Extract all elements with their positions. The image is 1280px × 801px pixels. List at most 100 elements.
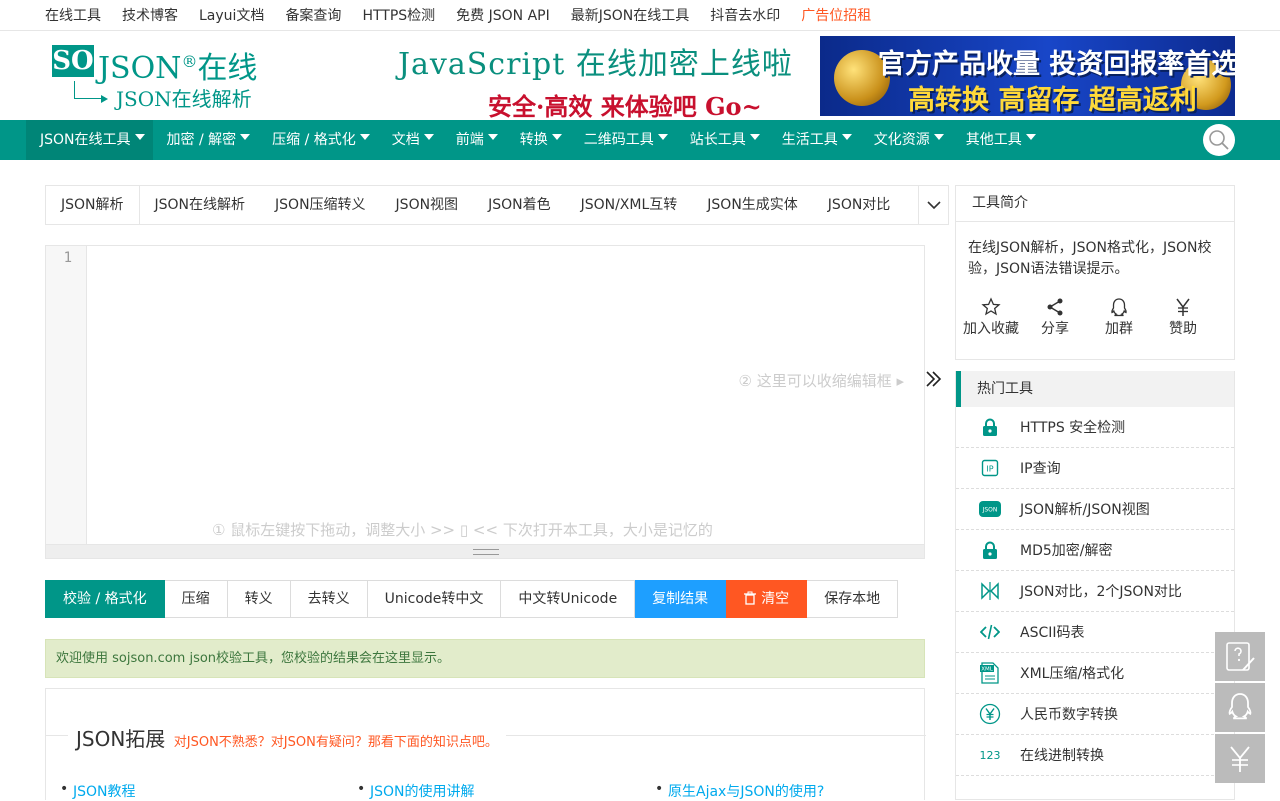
top-link-latest-json[interactable]: 最新JSON在线工具 [571,5,690,25]
hot-tools-panel: 热门工具 HTTPS 安全检测 IP IP查询 JSON JSON解析/JSON… [955,371,1235,800]
hot-tool-radix[interactable]: 123 在线进制转换 [956,735,1234,776]
sponsor-label: 赞助 [1169,321,1197,337]
json-extension-panel: JSON拓展 对JSON不熟悉？对JSON有疑问？那看下面的知识点吧。 JSON… [45,688,926,801]
top-link-douyin[interactable]: 抖音去水印 [710,5,780,25]
tab-json-xml[interactable]: JSON/XML互转 [566,186,693,224]
hot-tool-md5[interactable]: MD5加密/解密 [956,530,1234,571]
tab-json-parse[interactable]: JSON解析 [46,186,140,224]
double-chevron-right-icon [926,371,942,387]
site-logo[interactable]: SO JSON®在线 JSON在线解析 [52,39,262,115]
resize-handle[interactable] [46,544,924,558]
hot-tool-json-compare[interactable]: JSON对比，2个JSON对比 [956,571,1234,612]
caret-down-icon [359,134,370,140]
tool-tabs: JSON解析 JSON在线解析 JSON压缩转义 JSON视图 JSON着色 J… [45,185,949,225]
share-label: 分享 [1041,321,1069,337]
svg-text:123: 123 [980,749,1001,762]
hot-tool-ip[interactable]: IP IP查询 [956,448,1234,489]
hot-tool-ascii[interactable]: ASCII码表 [956,612,1234,653]
tab-json-view[interactable]: JSON视图 [381,186,474,224]
compress-button[interactable]: 压缩 [164,580,228,618]
yuan-icon [1230,745,1250,772]
tab-json-color[interactable]: JSON着色 [473,186,566,224]
hot-tool-https[interactable]: HTTPS 安全检测 [956,407,1234,448]
top-link-https[interactable]: HTTPS检测 [362,5,435,25]
number-icon: 123 [980,749,1001,762]
collapse-editor-button[interactable] [925,369,943,389]
extension-legend: JSON拓展 对JSON不熟悉？对JSON有疑问？那看下面的知识点吧。 [68,723,506,752]
tab-json-compress-escape[interactable]: JSON压缩转义 [260,186,381,224]
lock-icon [983,418,997,436]
top-link-bar: 在线工具 技术博客 Layui文档 备案查询 HTTPS检测 免费 JSON A… [0,0,1280,31]
ip-icon: IP [981,459,999,477]
hot-tool-rmb[interactable]: 人民币数字转换 [956,694,1234,735]
nav-docs[interactable]: 文档 [378,120,442,160]
validation-result: 欢迎使用 sojson.com json校验工具，您校验的结果会在这里显示。 [45,639,925,678]
tool-intro-panel: 工具简介 在线JSON解析，JSON格式化，JSON校验，JSON语法错误提示。… [955,185,1235,360]
yuan-icon [979,703,1001,725]
lock-icon [983,541,997,559]
caret-down-icon [134,134,145,140]
compare-icon [981,582,999,600]
top-link-layui[interactable]: Layui文档 [199,5,264,25]
action-buttons: 校验 / 格式化 压缩 转义 去转义 Unicode转中文 中文转Unicode… [45,580,899,618]
intro-title: 工具简介 [956,186,1234,222]
caret-down-icon [551,134,562,140]
hot-tool-label: JSON对比，2个JSON对比 [1020,584,1182,600]
chevron-down-icon [926,201,941,210]
unescape-button[interactable]: 去转义 [290,580,368,618]
hot-tool-json-view[interactable]: JSON JSON解析/JSON视图 [956,489,1234,530]
chinese-to-unicode-button[interactable]: 中文转Unicode [501,580,636,618]
share-button[interactable]: 分享 [1023,296,1087,338]
collapse-hint: ② 这里可以收缩编辑框 ▸ [738,372,904,390]
favorite-label: 加入收藏 [963,321,1019,337]
top-link-ad[interactable]: 广告位招租 [801,5,871,25]
extension-subtitle: 对JSON不熟悉？对JSON有疑问？那看下面的知识点吧。 [173,735,498,750]
validate-format-button[interactable]: 校验 / 格式化 [45,580,165,618]
unicode-to-chinese-button[interactable]: Unicode转中文 [367,580,502,618]
donate-button[interactable] [1215,734,1265,783]
clear-button[interactable]: 清空 [726,580,808,618]
nav-life[interactable]: 生活工具 [768,120,860,160]
nav-json-tools[interactable]: JSON在线工具 [26,120,153,160]
top-link-icp[interactable]: 备案查询 [285,5,341,25]
nav-qrcode[interactable]: 二维码工具 [570,120,676,160]
search-button[interactable] [1203,124,1235,156]
qq-contact-button[interactable] [1215,683,1265,732]
favorite-button[interactable]: 加入收藏 [959,296,1023,338]
tab-json-entity[interactable]: JSON生成实体 [692,186,813,224]
nav-frontend[interactable]: 前端 [442,120,506,160]
join-group-button[interactable]: 加群 [1087,296,1151,338]
promo-banner[interactable]: JavaScript 在线加密上线啦 安全·高效 来体验吧 Go~ [398,39,798,122]
link-json-usage[interactable]: JSON的使用讲解 [357,781,474,801]
json-editor[interactable]: 1 ② 这里可以收缩编辑框 ▸ ① 鼠标左键按下拖动，调整大小 >> ▯ << … [45,245,925,559]
header: SO JSON®在线 JSON在线解析 JavaScript 在线加密上线啦 安… [0,31,1280,122]
top-link-json-api[interactable]: 免费 JSON API [456,5,550,25]
hot-tool-label: 在线进制转换 [1020,748,1104,764]
nav-encrypt[interactable]: 加密 / 解密 [153,120,259,160]
hot-tool-xml[interactable]: XML XML压缩/格式化 [956,653,1234,694]
trash-icon [744,591,757,605]
tabs-more-button[interactable] [918,186,948,224]
nav-convert[interactable]: 转换 [506,120,570,160]
link-ajax-json[interactable]: 原生Ajax与JSON的使用? [655,781,824,801]
escape-button[interactable]: 转义 [227,580,291,618]
nav-culture[interactable]: 文化资源 [860,120,952,160]
logo-json: JSON®在线 [98,51,258,86]
feedback-button[interactable] [1215,632,1265,681]
tab-json-online-parse[interactable]: JSON在线解析 [140,186,261,224]
top-link-tools[interactable]: 在线工具 [45,5,101,25]
save-local-button[interactable]: 保存本地 [807,580,899,618]
nav-compress-format[interactable]: 压缩 / 格式化 [258,120,378,160]
logo-subtitle: JSON在线解析 [116,87,252,111]
tab-json-compare[interactable]: JSON对比 [813,186,906,224]
extension-title: JSON拓展 [76,727,166,751]
ad-banner[interactable]: 官方产品收量 投资回报率首选 高转换 高留存 超高返利 [820,36,1235,116]
link-json-tutorial[interactable]: JSON教程 [60,781,135,801]
copy-result-button[interactable]: 复制结果 [635,580,727,618]
svg-text:XML: XML [981,667,994,673]
top-link-blog[interactable]: 技术博客 [122,5,178,25]
nav-other[interactable]: 其他工具 [952,120,1044,160]
nav-webmaster[interactable]: 站长工具 [676,120,768,160]
join-group-label: 加群 [1105,321,1133,337]
sponsor-button[interactable]: 赞助 [1151,296,1215,338]
